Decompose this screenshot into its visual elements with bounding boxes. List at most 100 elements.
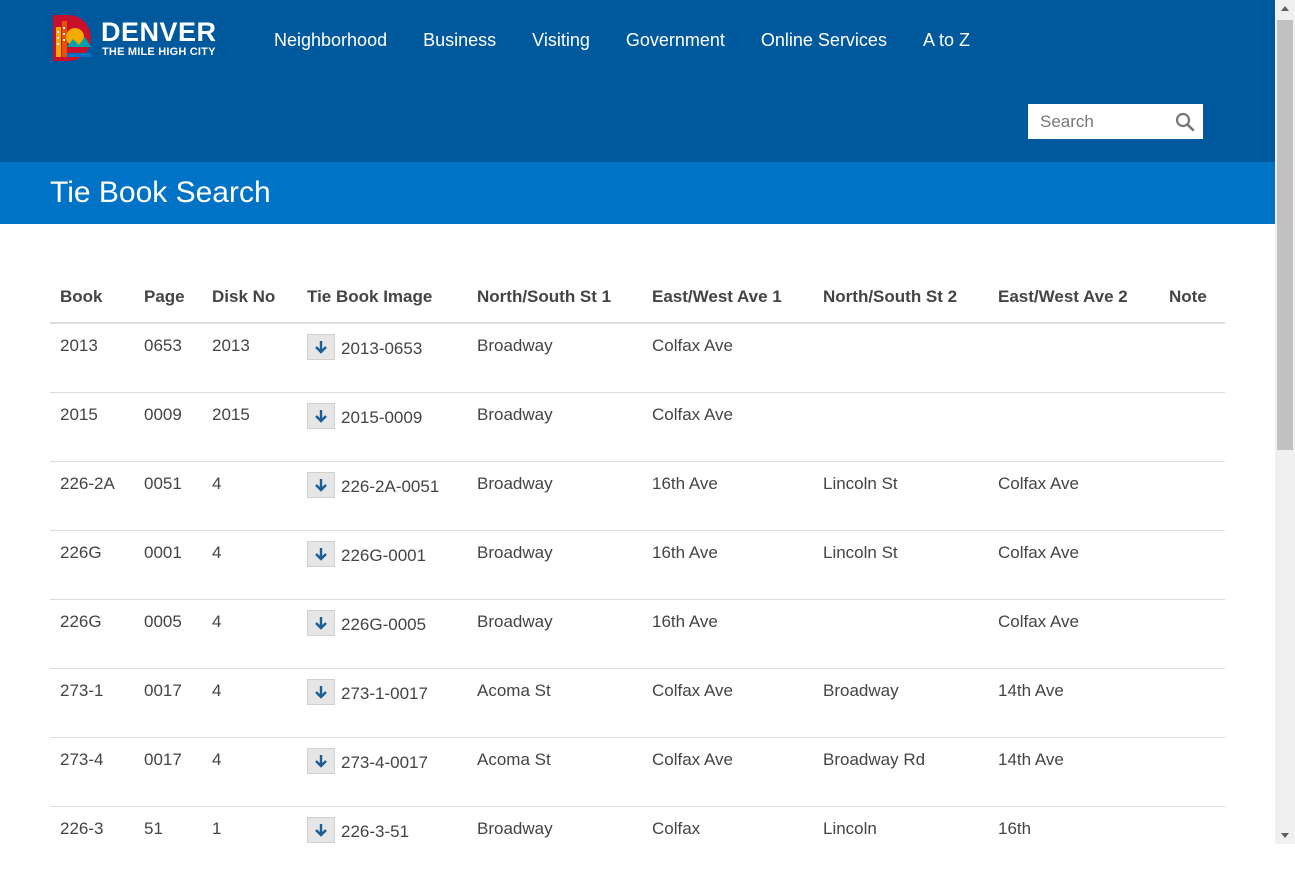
cell-east-west-ave-2: Colfax Ave — [988, 598, 1159, 668]
download-button[interactable] — [307, 678, 335, 705]
tie-book-image-link[interactable]: 226-2A-0051 — [307, 471, 439, 500]
denver-logo-icon — [53, 15, 91, 61]
tie-book-image-label[interactable]: 226-3-51 — [341, 822, 409, 842]
cell-east-west-ave-2 — [988, 391, 1159, 461]
cell-disk-no: 4 — [202, 598, 297, 668]
tie-book-image-link[interactable]: 273-4-0017 — [307, 747, 428, 776]
cell-book: 226G — [50, 598, 134, 668]
scroll-down-arrow-icon — [1281, 833, 1289, 838]
cell-east-west-ave-1: Colfax Ave — [642, 667, 813, 737]
download-button[interactable] — [307, 334, 335, 360]
cell-page: 0051 — [134, 460, 202, 530]
cell-tie-book-image: 226G-0005 — [297, 598, 467, 668]
column-header-north-south-st-1[interactable]: North/South St 1 — [467, 272, 642, 324]
cell-note — [1159, 598, 1225, 668]
cell-book: 273-4 — [50, 736, 134, 806]
cell-north-south-st-1: Broadway — [467, 529, 642, 599]
tie-book-image-label[interactable]: 226G-0005 — [341, 615, 426, 635]
column-header-page[interactable]: Page — [134, 272, 202, 324]
download-arrow-icon — [315, 616, 327, 630]
column-header-book[interactable]: Book — [50, 272, 134, 324]
cell-east-west-ave-2: Colfax Ave — [988, 529, 1159, 599]
search-button[interactable] — [1175, 112, 1195, 132]
cell-book: 226G — [50, 529, 134, 599]
cell-north-south-st-1: Broadway — [477, 336, 553, 355]
search-box — [1028, 104, 1203, 139]
download-button[interactable] — [307, 816, 335, 843]
denver-logo[interactable]: DENVER THE MILE HIGH CITY — [51, 13, 226, 65]
nav-item-neighborhood[interactable]: Neighborhood — [256, 29, 405, 51]
column-header-north-south-st-2[interactable]: North/South St 2 — [813, 272, 988, 324]
column-header-east-west-ave-2[interactable]: East/West Ave 2 — [988, 272, 1159, 324]
cell-page: 0005 — [134, 598, 202, 668]
cell-north-south-st-1: Acoma St — [467, 736, 642, 806]
tie-book-image-link[interactable]: 226G-0001 — [307, 540, 426, 569]
cell-east-west-ave-2: 14th Ave — [988, 667, 1159, 737]
cell-disk-no: 2013 — [212, 336, 250, 355]
cell-page: 0653 — [144, 336, 182, 355]
cell-east-west-ave-1: Colfax Ave — [642, 736, 813, 806]
cell-tie-book-image: 226-3-51 — [297, 805, 467, 875]
nav-item-government[interactable]: Government — [608, 29, 743, 51]
cell-north-south-st-2: Broadway — [813, 667, 988, 737]
cell-book: 226-3 — [50, 805, 134, 875]
tie-book-image-label[interactable]: 2013-0653 — [341, 339, 422, 359]
cell-tie-book-image: 226G-0001 — [297, 529, 467, 599]
tie-book-image-link[interactable]: 273-1-0017 — [307, 678, 428, 707]
vertical-scrollbar[interactable] — [1275, 0, 1295, 844]
table-row: 2015 0009 2015 2015-0009 Broadway Colfax… — [50, 391, 1225, 461]
page-title-bar: Tie Book Search — [0, 162, 1275, 224]
tie-book-image-label[interactable]: 2015-0009 — [341, 408, 422, 428]
cell-book: 2013 — [60, 336, 98, 355]
cell-east-west-ave-1: Colfax — [642, 805, 813, 875]
cell-disk-no: 1 — [202, 805, 297, 875]
cell-disk-no: 4 — [202, 736, 297, 806]
search-input[interactable] — [1028, 104, 1168, 139]
tie-book-image-label[interactable]: 226G-0001 — [341, 546, 426, 566]
tie-book-image-link[interactable]: 2013-0653 — [307, 334, 422, 362]
tie-book-image-label[interactable]: 226-2A-0051 — [341, 477, 439, 497]
tie-book-image-link[interactable]: 2015-0009 — [307, 402, 422, 431]
page-title: Tie Book Search — [50, 176, 271, 209]
download-button[interactable] — [307, 540, 335, 567]
nav-item-business[interactable]: Business — [405, 29, 514, 51]
table-row: 226G 0005 4 226G-0005 Broadway 16th Ave … — [50, 598, 1225, 668]
logo-tagline: THE MILE HIGH CITY — [102, 46, 216, 58]
download-button[interactable] — [307, 402, 335, 429]
cell-page: 51 — [134, 805, 202, 875]
cell-east-west-ave-2: Colfax Ave — [988, 460, 1159, 530]
tie-book-image-link[interactable]: 226G-0005 — [307, 609, 426, 638]
tie-book-image-label[interactable]: 273-4-0017 — [341, 753, 428, 773]
cell-book: 2015 — [50, 391, 134, 461]
download-button[interactable] — [307, 609, 335, 636]
download-arrow-icon — [315, 341, 327, 354]
column-header-disk-no[interactable]: Disk No — [202, 272, 297, 324]
column-header-tie-book-image[interactable]: Tie Book Image — [297, 272, 467, 324]
cell-north-south-st-1: Broadway — [467, 391, 642, 461]
download-button[interactable] — [307, 747, 335, 774]
cell-north-south-st-2 — [813, 323, 988, 392]
download-button[interactable] — [307, 471, 335, 498]
cell-north-south-st-1: Broadway — [467, 460, 642, 530]
column-header-note[interactable]: Note — [1159, 272, 1225, 324]
download-arrow-icon — [315, 547, 327, 561]
scroll-up-arrow-icon — [1281, 6, 1289, 11]
column-header-east-west-ave-1[interactable]: East/West Ave 1 — [642, 272, 813, 324]
scrollbar-thumb[interactable] — [1277, 20, 1293, 450]
cell-north-south-st-1: Broadway — [467, 598, 642, 668]
table-row: 273-4 0017 4 273-4-0017 Acoma St Colfax … — [50, 736, 1225, 806]
cell-north-south-st-2: Lincoln St — [813, 460, 988, 530]
cell-disk-no: 4 — [202, 529, 297, 599]
cell-north-south-st-2: Broadway Rd — [813, 736, 988, 806]
download-arrow-icon — [315, 685, 327, 699]
nav-item-visiting[interactable]: Visiting — [514, 29, 608, 51]
nav-item-online-services[interactable]: Online Services — [743, 29, 905, 51]
table-header-row: Book Page Disk No Tie Book Image North/S… — [50, 272, 1225, 324]
nav-item-a-to-z[interactable]: A to Z — [905, 29, 988, 51]
tie-book-image-label[interactable]: 273-1-0017 — [341, 684, 428, 704]
scroll-up-button[interactable] — [1275, 0, 1295, 17]
cell-note — [1159, 805, 1225, 875]
tie-book-image-link[interactable]: 226-3-51 — [307, 816, 409, 845]
scroll-down-button[interactable] — [1275, 827, 1295, 844]
download-arrow-icon — [315, 754, 327, 768]
